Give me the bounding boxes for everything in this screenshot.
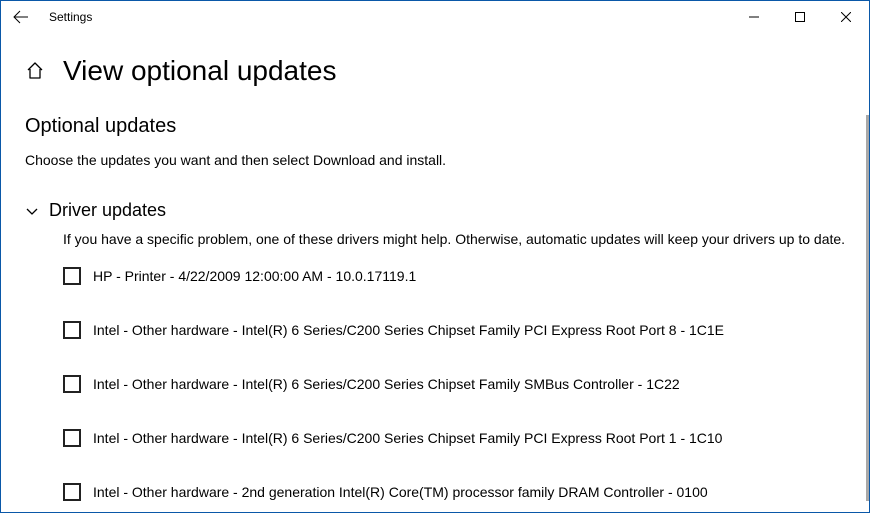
driver-updates-toggle[interactable]: Driver updates	[25, 200, 869, 221]
close-button[interactable]	[823, 1, 869, 33]
section-heading: Optional updates	[25, 115, 869, 138]
scrollbar[interactable]	[866, 115, 869, 501]
titlebar-left: Settings	[7, 3, 92, 31]
update-label: HP - Printer - 4/22/2009 12:00:00 AM - 1…	[93, 268, 416, 284]
update-checkbox[interactable]	[63, 375, 81, 393]
home-icon[interactable]	[25, 61, 45, 81]
update-item[interactable]: Intel - Other hardware - Intel(R) 6 Seri…	[63, 321, 869, 339]
window-controls	[731, 1, 869, 33]
update-checkbox[interactable]	[63, 483, 81, 501]
chevron-down-icon	[25, 204, 39, 218]
app-title: Settings	[49, 10, 92, 24]
content-area: Optional updates Choose the updates you …	[1, 115, 869, 501]
update-label: Intel - Other hardware - Intel(R) 6 Seri…	[93, 376, 680, 392]
titlebar: Settings	[1, 1, 869, 33]
page-title: View optional updates	[63, 55, 336, 87]
group-hint: If you have a specific problem, one of t…	[63, 231, 869, 247]
update-label: Intel - Other hardware - Intel(R) 6 Seri…	[93, 322, 724, 338]
update-label: Intel - Other hardware - 2nd generation …	[93, 484, 708, 500]
update-checkbox[interactable]	[63, 267, 81, 285]
arrow-left-icon	[13, 9, 29, 25]
update-item[interactable]: Intel - Other hardware - 2nd generation …	[63, 483, 869, 501]
update-item[interactable]: HP - Printer - 4/22/2009 12:00:00 AM - 1…	[63, 267, 869, 285]
minimize-icon	[749, 12, 759, 22]
update-label: Intel - Other hardware - Intel(R) 6 Seri…	[93, 430, 722, 446]
section-hint: Choose the updates you want and then sel…	[25, 152, 869, 168]
maximize-button[interactable]	[777, 1, 823, 33]
update-item[interactable]: Intel - Other hardware - Intel(R) 6 Seri…	[63, 429, 869, 447]
close-icon	[841, 12, 851, 22]
update-checkbox[interactable]	[63, 429, 81, 447]
updates-list: HP - Printer - 4/22/2009 12:00:00 AM - 1…	[63, 267, 869, 501]
settings-window: Settings Vie	[0, 0, 870, 513]
back-button[interactable]	[7, 3, 35, 31]
maximize-icon	[795, 12, 805, 22]
minimize-button[interactable]	[731, 1, 777, 33]
page-header: View optional updates	[1, 33, 869, 115]
update-checkbox[interactable]	[63, 321, 81, 339]
update-item[interactable]: Intel - Other hardware - Intel(R) 6 Seri…	[63, 375, 869, 393]
group-title: Driver updates	[49, 200, 166, 221]
